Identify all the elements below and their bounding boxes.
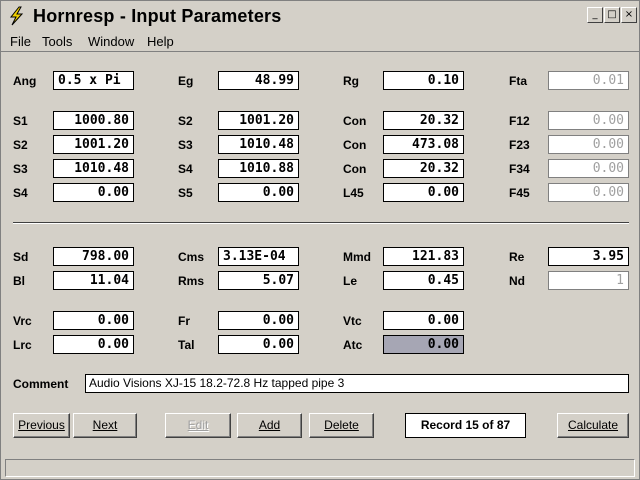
param-field-mmd[interactable]: 121.83 [383, 247, 464, 266]
param-field-nd[interactable]: 1 [548, 271, 629, 290]
param-field-lrc[interactable]: 0.00 [53, 335, 134, 354]
edit-button[interactable]: Edit [165, 413, 231, 438]
param-label-f12: F12 [509, 114, 530, 128]
status-bar [5, 459, 635, 477]
comment-input[interactable]: Audio Visions XJ-15 18.2-72.8 Hz tapped … [85, 374, 629, 393]
param-label-s3: S3 [13, 162, 28, 176]
param-label-l45: L45 [343, 186, 364, 200]
param-field-f12[interactable]: 0.00 [548, 111, 629, 130]
param-label-vtc: Vtc [343, 314, 362, 328]
param-field-eg[interactable]: 48.99 [218, 71, 299, 90]
param-field-sd[interactable]: 798.00 [53, 247, 134, 266]
maximize-button[interactable]: □ [604, 7, 620, 23]
param-label-f45: F45 [509, 186, 530, 200]
window-title: Hornresp - Input Parameters [33, 6, 282, 26]
param-field-vrc[interactable]: 0.00 [53, 311, 134, 330]
param-label-mmd: Mmd [343, 250, 371, 264]
param-field-s2[interactable]: 1001.20 [53, 135, 134, 154]
param-label-f23: F23 [509, 138, 530, 152]
param-label-s4: S4 [13, 186, 28, 200]
menu-bar: File Tools Window Help [1, 32, 639, 52]
param-label-nd: Nd [509, 274, 525, 288]
hornresp-window: Hornresp - Input Parameters _ □ × File T… [0, 0, 640, 480]
param-field-s3[interactable]: 1010.48 [218, 135, 299, 154]
param-field-cms[interactable]: 3.13E-04 [218, 247, 299, 266]
param-field-fr[interactable]: 0.00 [218, 311, 299, 330]
title-bar[interactable]: Hornresp - Input Parameters _ □ × [1, 1, 639, 32]
param-field-re[interactable]: 3.95 [548, 247, 629, 266]
param-label-con: Con [343, 114, 367, 128]
param-label-s1: S1 [13, 114, 28, 128]
param-label-con: Con [343, 138, 367, 152]
param-field-con[interactable]: 20.32 [383, 159, 464, 178]
next-button[interactable]: Next [73, 413, 137, 438]
param-label-s3: S3 [178, 138, 193, 152]
param-label-rms: Rms [178, 274, 205, 288]
param-field-ang[interactable]: 0.5 x Pi [53, 71, 134, 90]
param-field-atc[interactable]: 0.00 [383, 335, 464, 354]
lightning-icon [9, 6, 24, 26]
record-counter: Record 15 of 87 [405, 413, 526, 438]
param-label-bl: Bl [13, 274, 25, 288]
param-field-s3[interactable]: 1010.48 [53, 159, 134, 178]
param-field-vtc[interactable]: 0.00 [383, 311, 464, 330]
param-label-s2: S2 [178, 114, 193, 128]
menu-file[interactable]: File [10, 34, 31, 49]
param-label-s5: S5 [178, 186, 193, 200]
section-divider [13, 222, 629, 224]
param-field-f23[interactable]: 0.00 [548, 135, 629, 154]
param-label-le: Le [343, 274, 358, 288]
param-field-rg[interactable]: 0.10 [383, 71, 464, 90]
param-label-ang: Ang [13, 74, 37, 88]
param-label-tal: Tal [178, 338, 195, 352]
add-button[interactable]: Add [237, 413, 302, 438]
param-field-l45[interactable]: 0.00 [383, 183, 464, 202]
menu-window[interactable]: Window [88, 34, 134, 49]
param-label-s4: S4 [178, 162, 193, 176]
param-label-atc: Atc [343, 338, 363, 352]
param-field-fta[interactable]: 0.01 [548, 71, 629, 90]
param-label-rg: Rg [343, 74, 359, 88]
param-field-f45[interactable]: 0.00 [548, 183, 629, 202]
previous-button[interactable]: Previous [13, 413, 70, 438]
param-field-con[interactable]: 473.08 [383, 135, 464, 154]
param-field-con[interactable]: 20.32 [383, 111, 464, 130]
close-button[interactable]: × [621, 7, 637, 23]
param-field-tal[interactable]: 0.00 [218, 335, 299, 354]
param-label-sd: Sd [13, 250, 29, 264]
param-label-con: Con [343, 162, 367, 176]
calculate-button[interactable]: Calculate [557, 413, 629, 438]
param-field-s4[interactable]: 1010.88 [218, 159, 299, 178]
minimize-button[interactable]: _ [587, 7, 603, 23]
delete-button[interactable]: Delete [309, 413, 374, 438]
param-field-bl[interactable]: 11.04 [53, 271, 134, 290]
param-label-vrc: Vrc [13, 314, 32, 328]
param-field-s5[interactable]: 0.00 [218, 183, 299, 202]
param-field-rms[interactable]: 5.07 [218, 271, 299, 290]
param-label-s2: S2 [13, 138, 28, 152]
menu-help[interactable]: Help [147, 34, 174, 49]
param-field-le[interactable]: 0.45 [383, 271, 464, 290]
param-label-re: Re [509, 250, 525, 264]
param-field-s2[interactable]: 1001.20 [218, 111, 299, 130]
param-label-fta: Fta [509, 74, 527, 88]
param-label-f34: F34 [509, 162, 530, 176]
param-field-s4[interactable]: 0.00 [53, 183, 134, 202]
param-label-eg: Eg [178, 74, 194, 88]
menu-tools[interactable]: Tools [42, 34, 72, 49]
param-field-f34[interactable]: 0.00 [548, 159, 629, 178]
param-label-cms: Cms [178, 250, 205, 264]
param-label-fr: Fr [178, 314, 190, 328]
param-field-s1[interactable]: 1000.80 [53, 111, 134, 130]
param-label-lrc: Lrc [13, 338, 32, 352]
comment-label: Comment [13, 377, 69, 391]
